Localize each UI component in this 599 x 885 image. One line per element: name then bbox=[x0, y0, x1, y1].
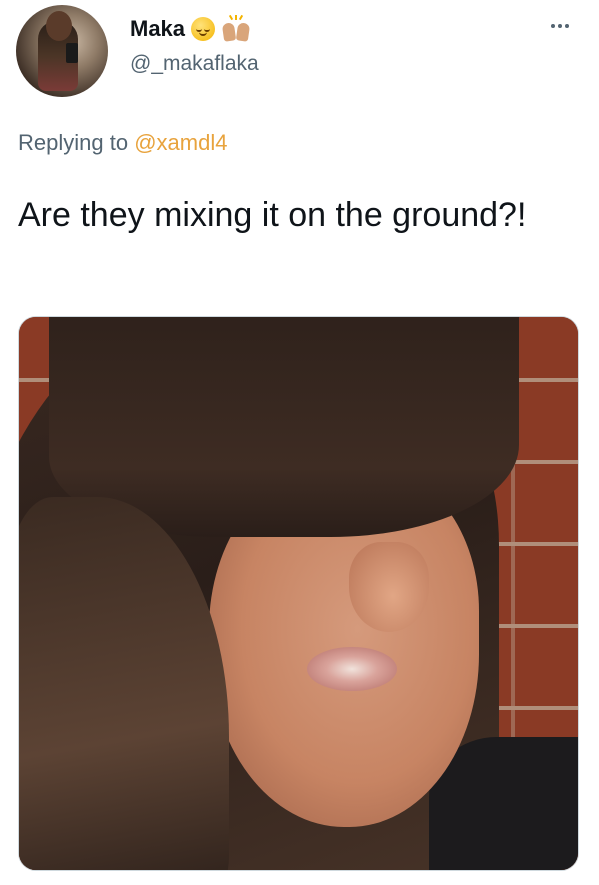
lips bbox=[307, 647, 397, 691]
relieved-face-emoji-icon bbox=[191, 17, 216, 41]
raising-hands-emoji-icon bbox=[221, 14, 251, 42]
tweet-text: Are they mixing it on the ground?! bbox=[18, 196, 527, 234]
author-name-row[interactable]: Maka bbox=[130, 12, 251, 46]
avatar[interactable] bbox=[16, 5, 108, 97]
author-display-name[interactable]: Maka bbox=[130, 16, 185, 42]
replying-to-handle-link[interactable]: @xamdl4 bbox=[134, 130, 227, 155]
more-horizontal-icon[interactable] bbox=[547, 20, 573, 32]
author-handle[interactable]: @_makaflaka bbox=[130, 52, 259, 76]
tweet: Maka @_makaflaka Replying to @xamdl4 Are… bbox=[0, 0, 599, 885]
replying-to-label: Replying to bbox=[18, 130, 129, 155]
tweet-media-image[interactable] bbox=[18, 316, 579, 871]
avatar-phone bbox=[66, 43, 78, 63]
nose bbox=[349, 542, 429, 632]
replying-to-line: Replying to @xamdl4 bbox=[18, 130, 227, 156]
avatar-head bbox=[46, 11, 72, 41]
